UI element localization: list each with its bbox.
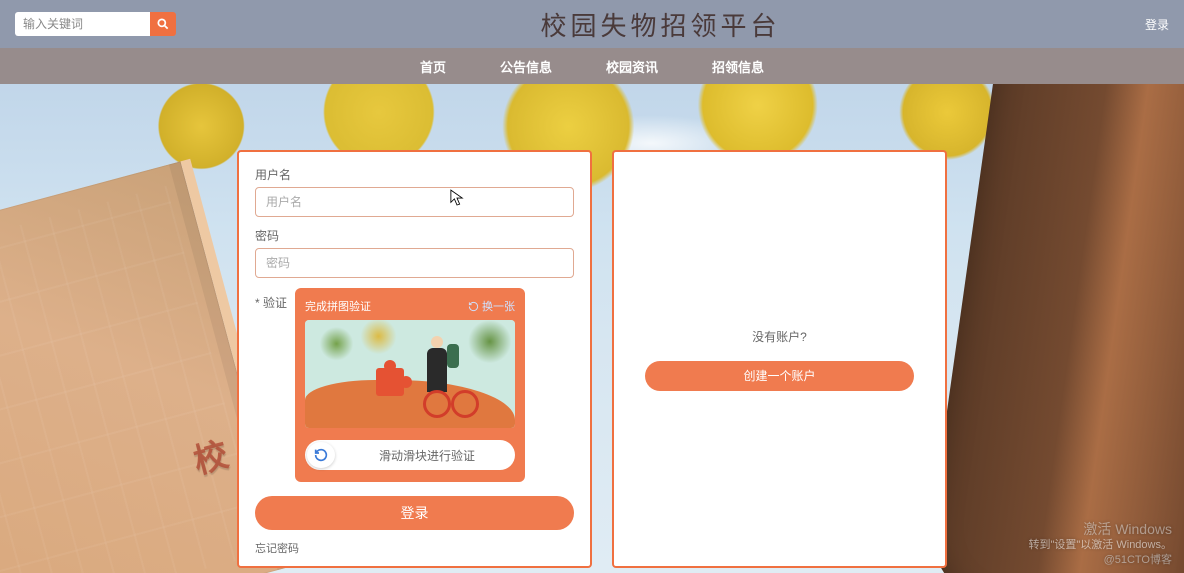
- captcha-refresh[interactable]: 换一张: [468, 298, 515, 314]
- verify-label: * 验证: [255, 288, 287, 311]
- site-title: 校园失物招领平台: [176, 6, 1145, 43]
- refresh-icon: [468, 301, 479, 312]
- slide-handle[interactable]: [307, 442, 335, 468]
- search-wrap: [15, 12, 176, 36]
- username-input[interactable]: [255, 187, 574, 217]
- navbar: 首页 公告信息 校园资讯 招领信息: [0, 48, 1184, 84]
- verify-row: * 验证 完成拼图验证 换一张: [255, 288, 574, 482]
- captcha-image[interactable]: [305, 320, 515, 428]
- login-panel: 用户名 密码 * 验证 完成拼图验证 换一张: [237, 150, 592, 568]
- password-label: 密码: [255, 227, 574, 244]
- watermark-line1: 激活 Windows: [1029, 520, 1173, 538]
- captcha-box: 完成拼图验证 换一张: [295, 288, 525, 482]
- puzzle-piece-icon: [376, 368, 404, 396]
- watermark-line3: @51CTO博客: [1029, 553, 1173, 567]
- watermark-line2: 转到"设置"以激活 Windows。: [1029, 538, 1173, 552]
- login-link[interactable]: 登录: [1145, 16, 1169, 33]
- reload-icon: [313, 447, 329, 463]
- person-illustration: [427, 348, 447, 392]
- signup-panel: 没有账户? 创建一个账户: [612, 150, 947, 568]
- username-label: 用户名: [255, 166, 574, 183]
- search-icon: [156, 17, 170, 31]
- search-button[interactable]: [150, 12, 176, 36]
- no-account-text: 没有账户?: [752, 328, 807, 345]
- nav-announcements[interactable]: 公告信息: [500, 57, 552, 76]
- nav-lost-found[interactable]: 招领信息: [712, 57, 764, 76]
- create-account-button[interactable]: 创建一个账户: [645, 361, 914, 391]
- slide-hint: 滑动滑块进行验证: [379, 447, 475, 464]
- password-input[interactable]: [255, 248, 574, 278]
- watermark: 激活 Windows 转到"设置"以激活 Windows。 @51CTO博客: [1029, 520, 1173, 567]
- content-area: 用户名 密码 * 验证 完成拼图验证 换一张: [0, 84, 1184, 568]
- captcha-title: 完成拼图验证: [305, 298, 371, 314]
- login-button[interactable]: 登录: [255, 496, 574, 530]
- slide-track[interactable]: 滑动滑块进行验证: [305, 440, 515, 470]
- nav-campus-news[interactable]: 校园资讯: [606, 57, 658, 76]
- forgot-password-link[interactable]: 忘记密码: [255, 540, 299, 556]
- nav-home[interactable]: 首页: [420, 57, 446, 76]
- captcha-refresh-label: 换一张: [482, 298, 515, 314]
- bicycle-illustration: [423, 390, 479, 418]
- search-input[interactable]: [15, 12, 150, 36]
- topbar: 校园失物招领平台 登录: [0, 0, 1184, 48]
